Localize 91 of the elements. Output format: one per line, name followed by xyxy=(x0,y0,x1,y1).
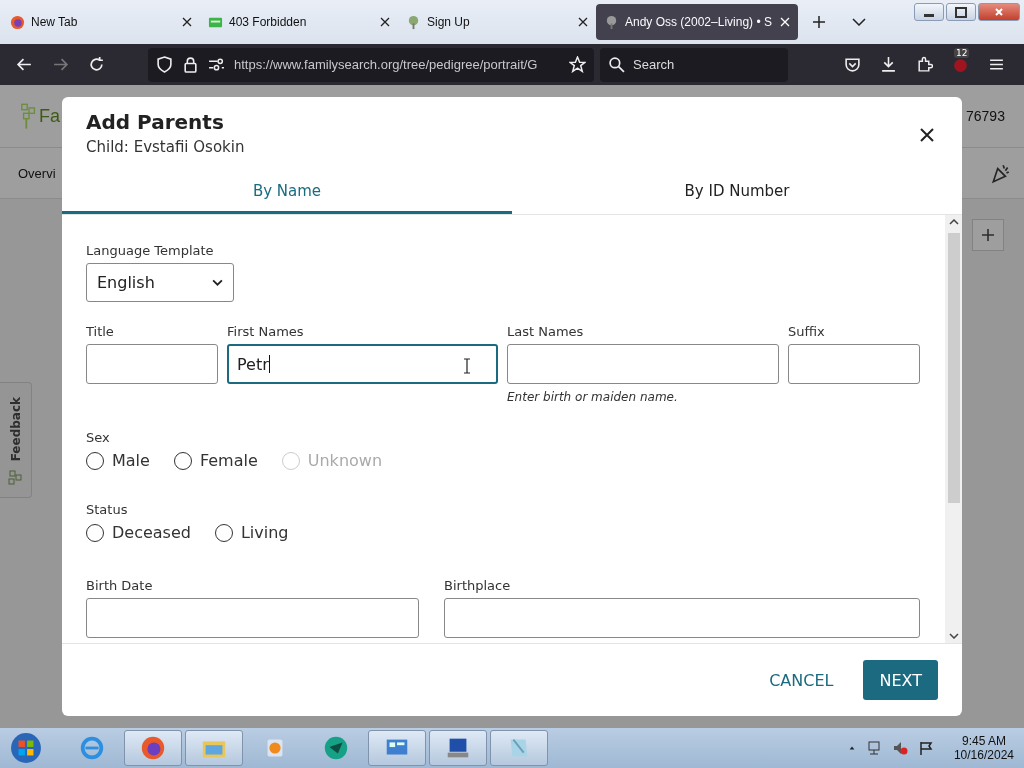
language-select[interactable]: English xyxy=(86,263,234,302)
dialog-title: Add Parents xyxy=(86,110,225,134)
input-field[interactable] xyxy=(788,344,920,384)
party-popper-icon[interactable] xyxy=(990,162,1012,184)
reload-icon[interactable] xyxy=(88,56,105,73)
firefox-icon xyxy=(139,734,167,762)
tab-title: 403 Forbidden xyxy=(229,15,308,29)
tree-icon xyxy=(604,14,619,30)
taskbar-button[interactable] xyxy=(368,730,426,766)
radio-option[interactable]: Male xyxy=(86,451,150,470)
cancel-button[interactable]: CANCEL xyxy=(755,660,848,700)
search-icon xyxy=(608,56,625,73)
tree-icon xyxy=(406,14,421,30)
flag-icon[interactable] xyxy=(917,740,934,756)
minimize-button[interactable] xyxy=(914,3,944,21)
dialog-tab[interactable]: By ID Number xyxy=(512,174,962,214)
input-field[interactable] xyxy=(86,598,419,638)
plus-icon xyxy=(981,228,995,242)
field-label: Last Names xyxy=(507,324,585,339)
clock-date: 10/16/2024 xyxy=(953,748,1014,762)
radio-option[interactable]: Female xyxy=(173,451,258,470)
taskbar-button[interactable] xyxy=(124,730,182,766)
field-label: Title xyxy=(86,324,115,339)
field-label: Suffix xyxy=(788,324,826,339)
close-icon[interactable] xyxy=(380,17,390,27)
url-text: https://www.familysearch.org/tree/pedigree/portrait/G xyxy=(234,57,539,72)
text-cursor-icon xyxy=(463,358,471,374)
tree-logo-icon xyxy=(20,102,38,130)
input-field[interactable] xyxy=(444,598,920,638)
nav-item[interactable]: Overvi xyxy=(18,165,56,181)
tab-title: New Tab xyxy=(31,15,79,29)
network-icon[interactable] xyxy=(865,740,882,756)
input-field[interactable] xyxy=(507,344,779,384)
scrollbar[interactable] xyxy=(945,215,962,643)
pocket-icon[interactable] xyxy=(844,56,861,73)
browser-tab[interactable]: Sign Up xyxy=(398,4,596,40)
next-button[interactable]: NEXT xyxy=(863,660,938,700)
taskbar-button[interactable] xyxy=(429,730,487,766)
puzzle-icon[interactable] xyxy=(916,56,933,73)
radio-option[interactable]: Living xyxy=(214,523,289,542)
dialog-subtitle: Child: Evstafii Osokin xyxy=(86,138,245,156)
menu-icon[interactable] xyxy=(988,56,1005,73)
browser-tab[interactable]: Andy Oss (2002–Living) • S xyxy=(596,4,798,40)
show-hidden-icon[interactable] xyxy=(847,744,856,752)
bookmark-star-icon[interactable] xyxy=(569,56,586,73)
arrow-down-icon[interactable] xyxy=(948,633,959,639)
search-field[interactable]: Search xyxy=(600,47,788,82)
arrow-up-icon[interactable] xyxy=(948,219,959,225)
input-field[interactable]: Petr xyxy=(227,344,498,384)
browser-tab[interactable]: New Tab xyxy=(2,4,200,40)
feedback-tab[interactable]: Feedback xyxy=(0,382,32,498)
muted-speaker-icon[interactable] xyxy=(891,740,908,756)
person-id: 76793 xyxy=(966,108,1006,124)
browser-tab[interactable]: 403 Forbidden xyxy=(200,4,398,40)
tab-title: Andy Oss (2002–Living) • S xyxy=(625,15,773,29)
arrow-globe-icon xyxy=(322,734,350,762)
restore-button[interactable] xyxy=(946,3,976,21)
close-button[interactable] xyxy=(978,3,1020,21)
dialog-tab[interactable]: By Name xyxy=(62,174,512,214)
browser-e-icon xyxy=(78,734,106,762)
search-placeholder: Search xyxy=(633,57,675,72)
input-field[interactable] xyxy=(86,344,218,384)
windows-logo-icon xyxy=(10,732,42,764)
close-icon[interactable] xyxy=(920,128,934,142)
forward-icon[interactable] xyxy=(52,56,69,73)
download-icon[interactable] xyxy=(880,56,897,73)
back-icon[interactable] xyxy=(16,56,33,73)
chevron-down-icon xyxy=(212,279,223,286)
chevron-down-icon[interactable] xyxy=(852,18,866,26)
sliders-icon[interactable] xyxy=(208,56,225,73)
close-icon[interactable] xyxy=(578,17,588,27)
address-bar[interactable]: https://www.familysearch.org/tree/pedigree/portrait/G xyxy=(148,47,594,82)
field-label: Status xyxy=(86,502,129,517)
new-tab-icon[interactable] xyxy=(812,15,826,29)
clock-time: 9:45 AM xyxy=(961,734,1006,748)
radio-option[interactable]: Deceased xyxy=(86,523,191,542)
logo-text: Fa xyxy=(39,105,60,127)
tab-title: Sign Up xyxy=(427,15,471,29)
lock-icon xyxy=(182,56,199,73)
field-label: Language Template xyxy=(86,243,215,258)
field-label: First Names xyxy=(227,324,305,339)
shield-icon xyxy=(156,56,173,73)
close-icon xyxy=(994,7,1004,17)
add-button[interactable] xyxy=(972,219,1004,251)
close-icon[interactable] xyxy=(182,17,192,27)
field-label: Sex xyxy=(86,430,111,445)
field-hint: Enter birth or maiden name. xyxy=(507,390,679,404)
firefox-icon xyxy=(10,14,25,30)
field-label: Birth Date xyxy=(86,578,154,593)
badge-count: 12 xyxy=(954,48,970,58)
field-label: Birthplace xyxy=(444,578,512,593)
